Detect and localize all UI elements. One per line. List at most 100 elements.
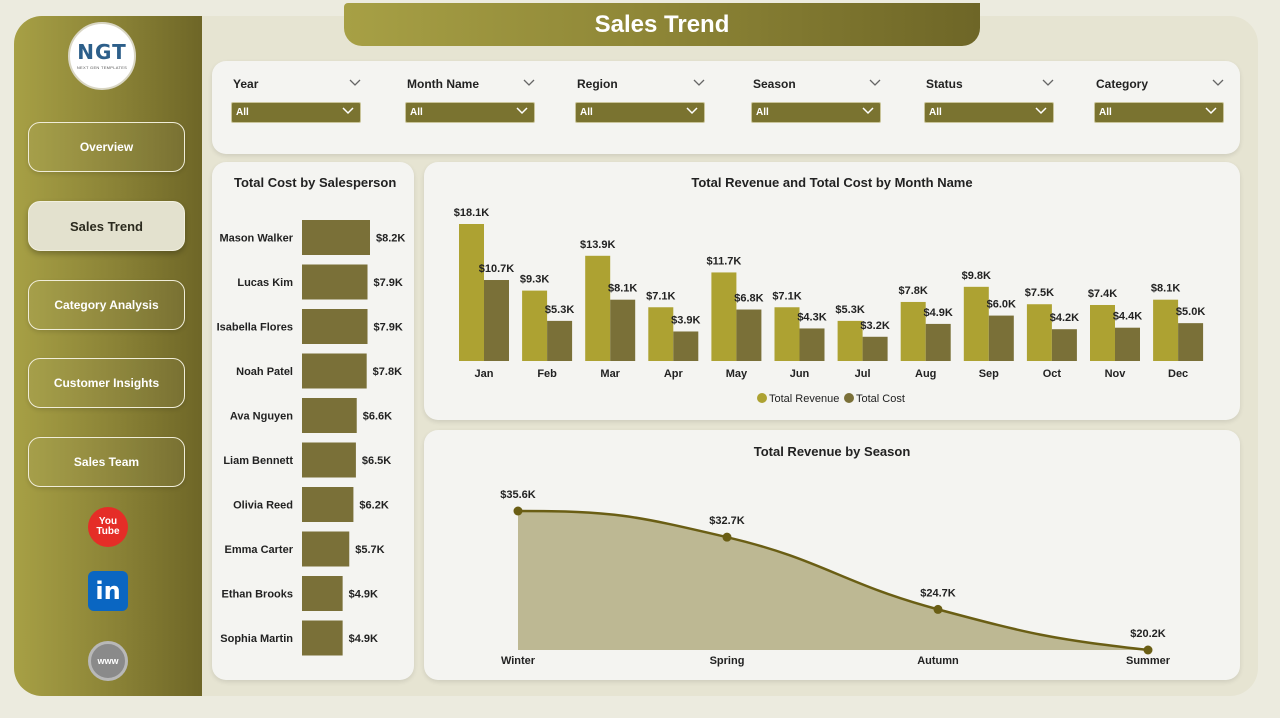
filter-category[interactable]: Category All [1094, 77, 1224, 123]
filter-label: Region [577, 77, 618, 91]
season-point [513, 506, 523, 516]
chevron-down-icon [516, 107, 528, 115]
nav-overview-button[interactable]: Overview [28, 122, 185, 172]
filter-region-select[interactable]: All [575, 102, 705, 123]
chevron-down-icon[interactable] [1042, 79, 1054, 87]
salesperson-bar [302, 309, 368, 344]
salesperson-bar [302, 531, 350, 567]
cost-bar [799, 328, 825, 361]
salesperson-bar [302, 442, 356, 478]
season-revenue-panel: Total Revenue by Season $35.6K Winter $32.… [424, 430, 1240, 680]
website-globe-icon[interactable]: www [88, 641, 128, 681]
filter-year[interactable]: Year All [231, 77, 361, 123]
season-point [933, 604, 943, 614]
chevron-down-icon [1035, 107, 1047, 115]
youtube-icon-text-bottom: Tube [96, 526, 120, 537]
logo-mark: NGT [77, 40, 127, 64]
cost-bar [673, 331, 699, 361]
chevron-down-icon[interactable] [1212, 79, 1224, 87]
bar-value-label: $4.9K [349, 633, 378, 645]
youtube-icon[interactable]: You Tube [88, 507, 128, 547]
filter-region[interactable]: Region All [575, 77, 705, 123]
filter-month-name[interactable]: Month Name All [405, 77, 535, 123]
month-axis-label: Oct [1043, 368, 1062, 380]
legend-revenue-marker [757, 393, 767, 403]
revenue-value-label: $9.3K [520, 274, 549, 286]
nav-customer-insights-button[interactable]: Customer Insights [28, 358, 185, 408]
bar-value-label: $7.8K [373, 366, 402, 378]
revenue-bar [522, 290, 548, 361]
filter-value: All [410, 107, 423, 118]
salesperson-bar [302, 264, 368, 300]
month-axis-label: Apr [664, 368, 684, 380]
month-axis-label: Jun [790, 368, 810, 380]
revenue-value-label: $7.1K [772, 290, 801, 302]
bar-value-label: $6.6K [363, 411, 392, 423]
salesperson-bar-chart: Mason Walker $8.2K Lucas Kim $7.9K Isabella … [217, 220, 405, 656]
bar-category-label: Olivia Reed [233, 500, 293, 512]
revenue-bar [900, 301, 926, 361]
filter-label: Season [753, 77, 796, 91]
nav-category-analysis-button[interactable]: Category Analysis [28, 280, 185, 330]
chevron-down-icon[interactable] [523, 79, 535, 87]
revenue-value-label: $8.1K [1151, 283, 1180, 295]
salesperson-bar [302, 576, 343, 611]
cost-value-label: $5.3K [545, 304, 574, 316]
salesperson-bar [302, 220, 370, 255]
season-area-fill [518, 511, 1148, 650]
month-axis-label: Aug [915, 368, 936, 380]
filter-value: All [236, 107, 249, 118]
nav-sales-team-button[interactable]: Sales Team [28, 437, 185, 487]
bar-value-label: $6.2K [359, 500, 388, 512]
filter-year-select[interactable]: All [231, 102, 361, 123]
legend-cost-marker [844, 393, 854, 403]
bar-value-label: $8.2K [376, 233, 405, 245]
chevron-down-icon[interactable] [869, 79, 881, 87]
cost-bar [988, 315, 1014, 361]
season-value-label: $20.2K [1130, 628, 1166, 640]
filter-status[interactable]: Status All [924, 77, 1054, 123]
chevron-down-icon [862, 107, 874, 115]
filter-category-select[interactable]: All [1094, 102, 1224, 123]
filter-season[interactable]: Season All [751, 77, 881, 123]
month-axis-label: Jan [475, 368, 494, 380]
logo-subtitle: NEXT GEN TEMPLATES [76, 65, 128, 70]
cost-value-label: $4.9K [924, 307, 953, 319]
month-axis-label: Dec [1168, 368, 1188, 380]
month-axis-label: Jul [855, 368, 871, 380]
cost-value-label: $6.0K [987, 299, 1016, 311]
legend-revenue-label: Total Revenue [769, 393, 839, 405]
filter-season-select[interactable]: All [751, 102, 881, 123]
season-point [1143, 645, 1153, 655]
month-axis-label: Sep [979, 368, 999, 380]
chevron-down-icon[interactable] [693, 79, 705, 87]
page-title: Sales Trend [344, 3, 980, 46]
cost-bar [736, 309, 762, 361]
revenue-value-label: $13.9K [580, 239, 616, 251]
bar-value-label: $6.5K [362, 455, 391, 467]
cost-bar [610, 299, 636, 361]
cost-value-label: $4.2K [1050, 312, 1079, 324]
chevron-down-icon[interactable] [349, 79, 361, 87]
cost-bar [547, 320, 573, 361]
salesperson-bar [302, 487, 354, 522]
salesperson-bar [302, 353, 367, 389]
cost-value-label: $10.7K [479, 263, 515, 275]
cost-value-label: $3.9K [671, 314, 700, 326]
filter-status-select[interactable]: All [924, 102, 1054, 123]
bar-category-label: Lucas Kim [237, 277, 293, 289]
cost-value-label: $5.0K [1176, 306, 1205, 318]
season-axis-label: Autumn [917, 655, 959, 667]
season-axis-label: Summer [1126, 655, 1171, 667]
salesperson-bar [302, 398, 357, 433]
bar-category-label: Liam Bennett [223, 455, 293, 467]
bar-category-label: Noah Patel [236, 366, 293, 378]
season-point [722, 532, 732, 542]
revenue-bar [774, 307, 800, 361]
month-axis-label: Mar [600, 368, 620, 380]
revenue-bar [1090, 304, 1115, 361]
revenue-bar [1026, 304, 1052, 361]
linkedin-icon[interactable]: in [88, 571, 128, 611]
nav-sales-trend-button[interactable]: Sales Trend [28, 201, 185, 251]
filter-month-name-select[interactable]: All [405, 102, 535, 123]
